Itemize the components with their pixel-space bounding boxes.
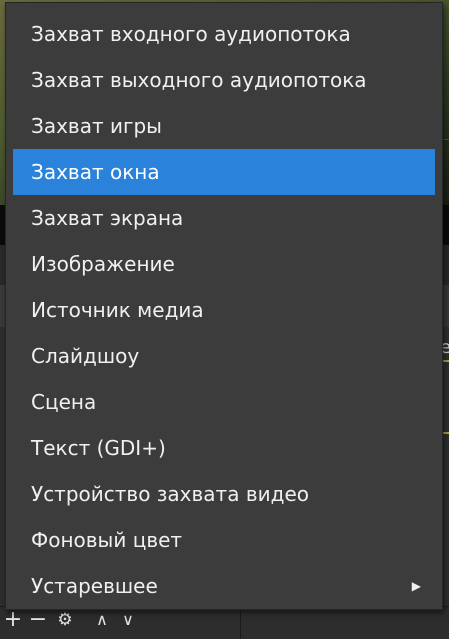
source-properties-gear-icon[interactable]: ⚙	[54, 606, 76, 634]
menu-item-audio-output-capture[interactable]: Захват выходного аудиопотока	[13, 57, 435, 103]
menu-item-label: Устройство захвата видео	[31, 482, 309, 506]
menu-item-scene[interactable]: Сцена	[13, 379, 435, 425]
remove-source-button[interactable]: −	[27, 606, 49, 634]
menu-item-label: Слайдшоу	[31, 344, 140, 368]
menu-item-audio-input-capture[interactable]: Захват входного аудиопотока	[13, 11, 435, 57]
menu-item-window-capture[interactable]: Захват окна	[13, 149, 435, 195]
menu-item-label: Изображение	[31, 252, 175, 276]
move-up-chevron-icon[interactable]: ∧	[91, 606, 113, 634]
menu-item-text-gdi[interactable]: Текст (GDI+)	[13, 425, 435, 471]
menu-item-label: Устаревшее	[31, 574, 158, 598]
move-down-chevron-icon[interactable]: ∨	[117, 606, 139, 634]
toolbar-divider	[240, 606, 241, 639]
menu-item-video-capture-device[interactable]: Устройство захвата видео	[13, 471, 435, 517]
menu-item-label: Захват экрана	[31, 206, 184, 230]
menu-item-label: Захват игры	[31, 114, 162, 138]
menu-item-label: Захват окна	[31, 160, 160, 184]
menu-item-label: Фоновый цвет	[31, 528, 183, 552]
menu-item-deprecated[interactable]: Устаревшее ▶	[13, 563, 435, 609]
menu-item-label: Сцена	[31, 390, 97, 414]
obs-window: e + − ⚙ ∧ ∨ Захват входного аудиопотока …	[0, 0, 449, 639]
menu-item-media-source[interactable]: Источник медиа	[13, 287, 435, 333]
add-source-context-menu: Захват входного аудиопотока Захват выход…	[5, 2, 443, 610]
add-source-button[interactable]: +	[2, 606, 24, 634]
menu-item-image[interactable]: Изображение	[13, 241, 435, 287]
menu-item-slideshow[interactable]: Слайдшоу	[13, 333, 435, 379]
submenu-arrow-icon: ▶	[411, 579, 421, 593]
menu-item-label: Захват входного аудиопотока	[31, 22, 351, 46]
menu-item-display-capture[interactable]: Захват экрана	[13, 195, 435, 241]
menu-item-label: Текст (GDI+)	[31, 436, 166, 460]
menu-item-game-capture[interactable]: Захват игры	[13, 103, 435, 149]
menu-item-label: Захват выходного аудиопотока	[31, 68, 367, 92]
menu-item-label: Источник медиа	[31, 298, 204, 322]
menu-item-color-source[interactable]: Фоновый цвет	[13, 517, 435, 563]
